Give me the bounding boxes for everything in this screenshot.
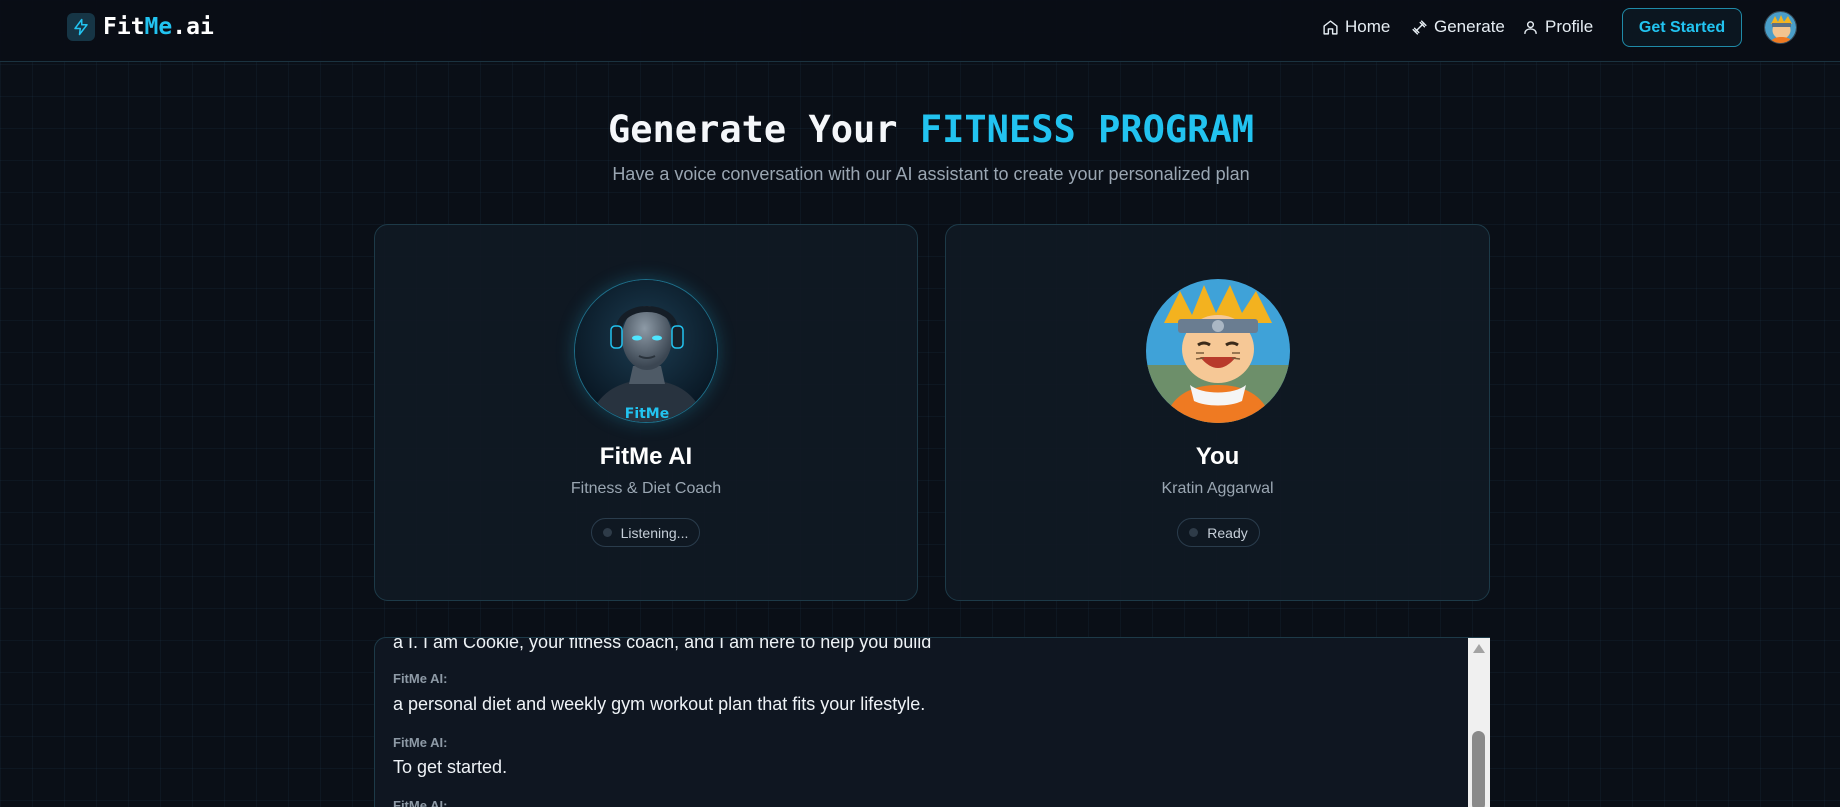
ai-role: Fitness & Diet Coach bbox=[570, 480, 722, 497]
conversation-transcript[interactable]: a I. I am Cookie, your fitness coach, an… bbox=[374, 637, 1490, 807]
user-avatar-large bbox=[1145, 279, 1290, 423]
user-icon bbox=[1524, 20, 1537, 34]
message-sender: FitMe AI: bbox=[393, 671, 448, 686]
ai-portrait-caption: FitMe bbox=[625, 406, 669, 422]
nav-link-generate[interactable]: Generate bbox=[1411, 16, 1505, 38]
nav-link-home[interactable]: Home bbox=[1322, 16, 1390, 38]
home-icon bbox=[1323, 19, 1338, 35]
nav-link-profile[interactable]: Profile bbox=[1522, 16, 1593, 38]
user-name-label: You bbox=[1195, 443, 1240, 470]
message-text: To get started. bbox=[393, 757, 508, 777]
page-subtitle: Have a voice conversation with our AI as… bbox=[612, 164, 1250, 184]
message-sender: FitMe AI: bbox=[393, 735, 448, 750]
user-card: You Kratin Aggarwal Ready bbox=[945, 224, 1490, 601]
user-status-badge: Ready bbox=[1177, 518, 1260, 547]
message-text: a I. I am Cookie, your fitness coach, an… bbox=[393, 637, 932, 652]
get-started-button[interactable]: Get Started bbox=[1622, 8, 1742, 47]
top-navbar: FitMe.ai Home Generate Profile Get Start… bbox=[0, 0, 1840, 62]
message-sender: FitMe AI: bbox=[393, 798, 448, 807]
dumbbell-icon bbox=[1412, 19, 1427, 35]
page-title: Generate Your FITNESS PROGRAM bbox=[607, 108, 1254, 151]
brand-name: FitMe.ai bbox=[103, 14, 214, 40]
scrollbar-thumb[interactable] bbox=[1472, 731, 1485, 807]
scroll-up-arrow-icon[interactable] bbox=[1473, 644, 1485, 653]
lightning-bolt-icon bbox=[67, 13, 95, 41]
user-avatar[interactable] bbox=[1764, 11, 1797, 44]
ai-assistant-card: FitMe FitMe AI Fitness & Diet Coach List… bbox=[374, 224, 918, 601]
status-dot-icon bbox=[1189, 528, 1199, 537]
status-dot-icon bbox=[602, 528, 612, 537]
ai-name: FitMe AI bbox=[599, 443, 693, 470]
message-text: a personal diet and weekly gym workout p… bbox=[393, 694, 926, 714]
ai-status-badge: Listening... bbox=[591, 518, 700, 547]
brand-logo[interactable]: FitMe.ai bbox=[67, 13, 214, 41]
ai-avatar: FitMe bbox=[574, 279, 718, 423]
transcript-scrollbar[interactable] bbox=[1468, 638, 1490, 807]
user-full-name: Kratin Aggarwal bbox=[1161, 480, 1274, 497]
